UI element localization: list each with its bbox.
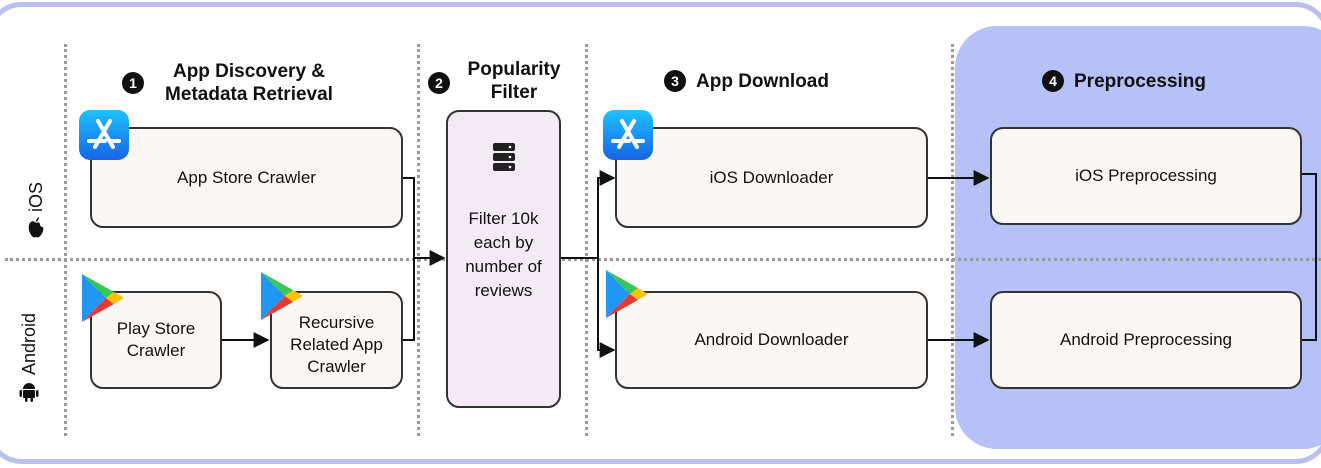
edge-filter-ios — [597, 170, 616, 258]
android-preprocessing-node: Android Preprocessing — [990, 291, 1302, 389]
app-store-icon — [79, 110, 129, 160]
ios-preprocessing-node: iOS Preprocessing — [990, 127, 1302, 225]
android-downloader-label: Android Downloader — [694, 330, 849, 349]
app-store-crawler-label: App Store Crawler — [177, 167, 316, 187]
android-downloader-node: Android Downloader — [615, 291, 928, 389]
edge-ios-pre-out — [1302, 173, 1317, 258]
connectors — [222, 170, 1317, 358]
filter-label: Filter 10k each by number of reviews — [465, 209, 542, 300]
popularity-filter-node: Filter 10k each by number of reviews — [446, 110, 561, 408]
database-icon — [492, 143, 515, 171]
edge-android-pre-out — [1302, 258, 1317, 341]
edge-recursive-filter — [402, 258, 415, 341]
app-store-icon — [603, 110, 653, 160]
app-store-crawler-node: App Store Crawler — [90, 127, 403, 228]
ios-preprocessing-label: iOS Preprocessing — [1075, 166, 1217, 185]
ios-downloader-node: iOS Downloader — [615, 127, 928, 228]
google-play-icon — [606, 270, 648, 318]
edge-appstore-filter — [402, 177, 446, 266]
ios-downloader-label: iOS Downloader — [709, 167, 834, 187]
google-play-icon — [82, 274, 124, 322]
android-preprocessing-label: Android Preprocessing — [1060, 330, 1232, 349]
google-play-icon — [261, 272, 303, 320]
play-store-crawler-label: Play Store Crawler — [116, 319, 196, 360]
